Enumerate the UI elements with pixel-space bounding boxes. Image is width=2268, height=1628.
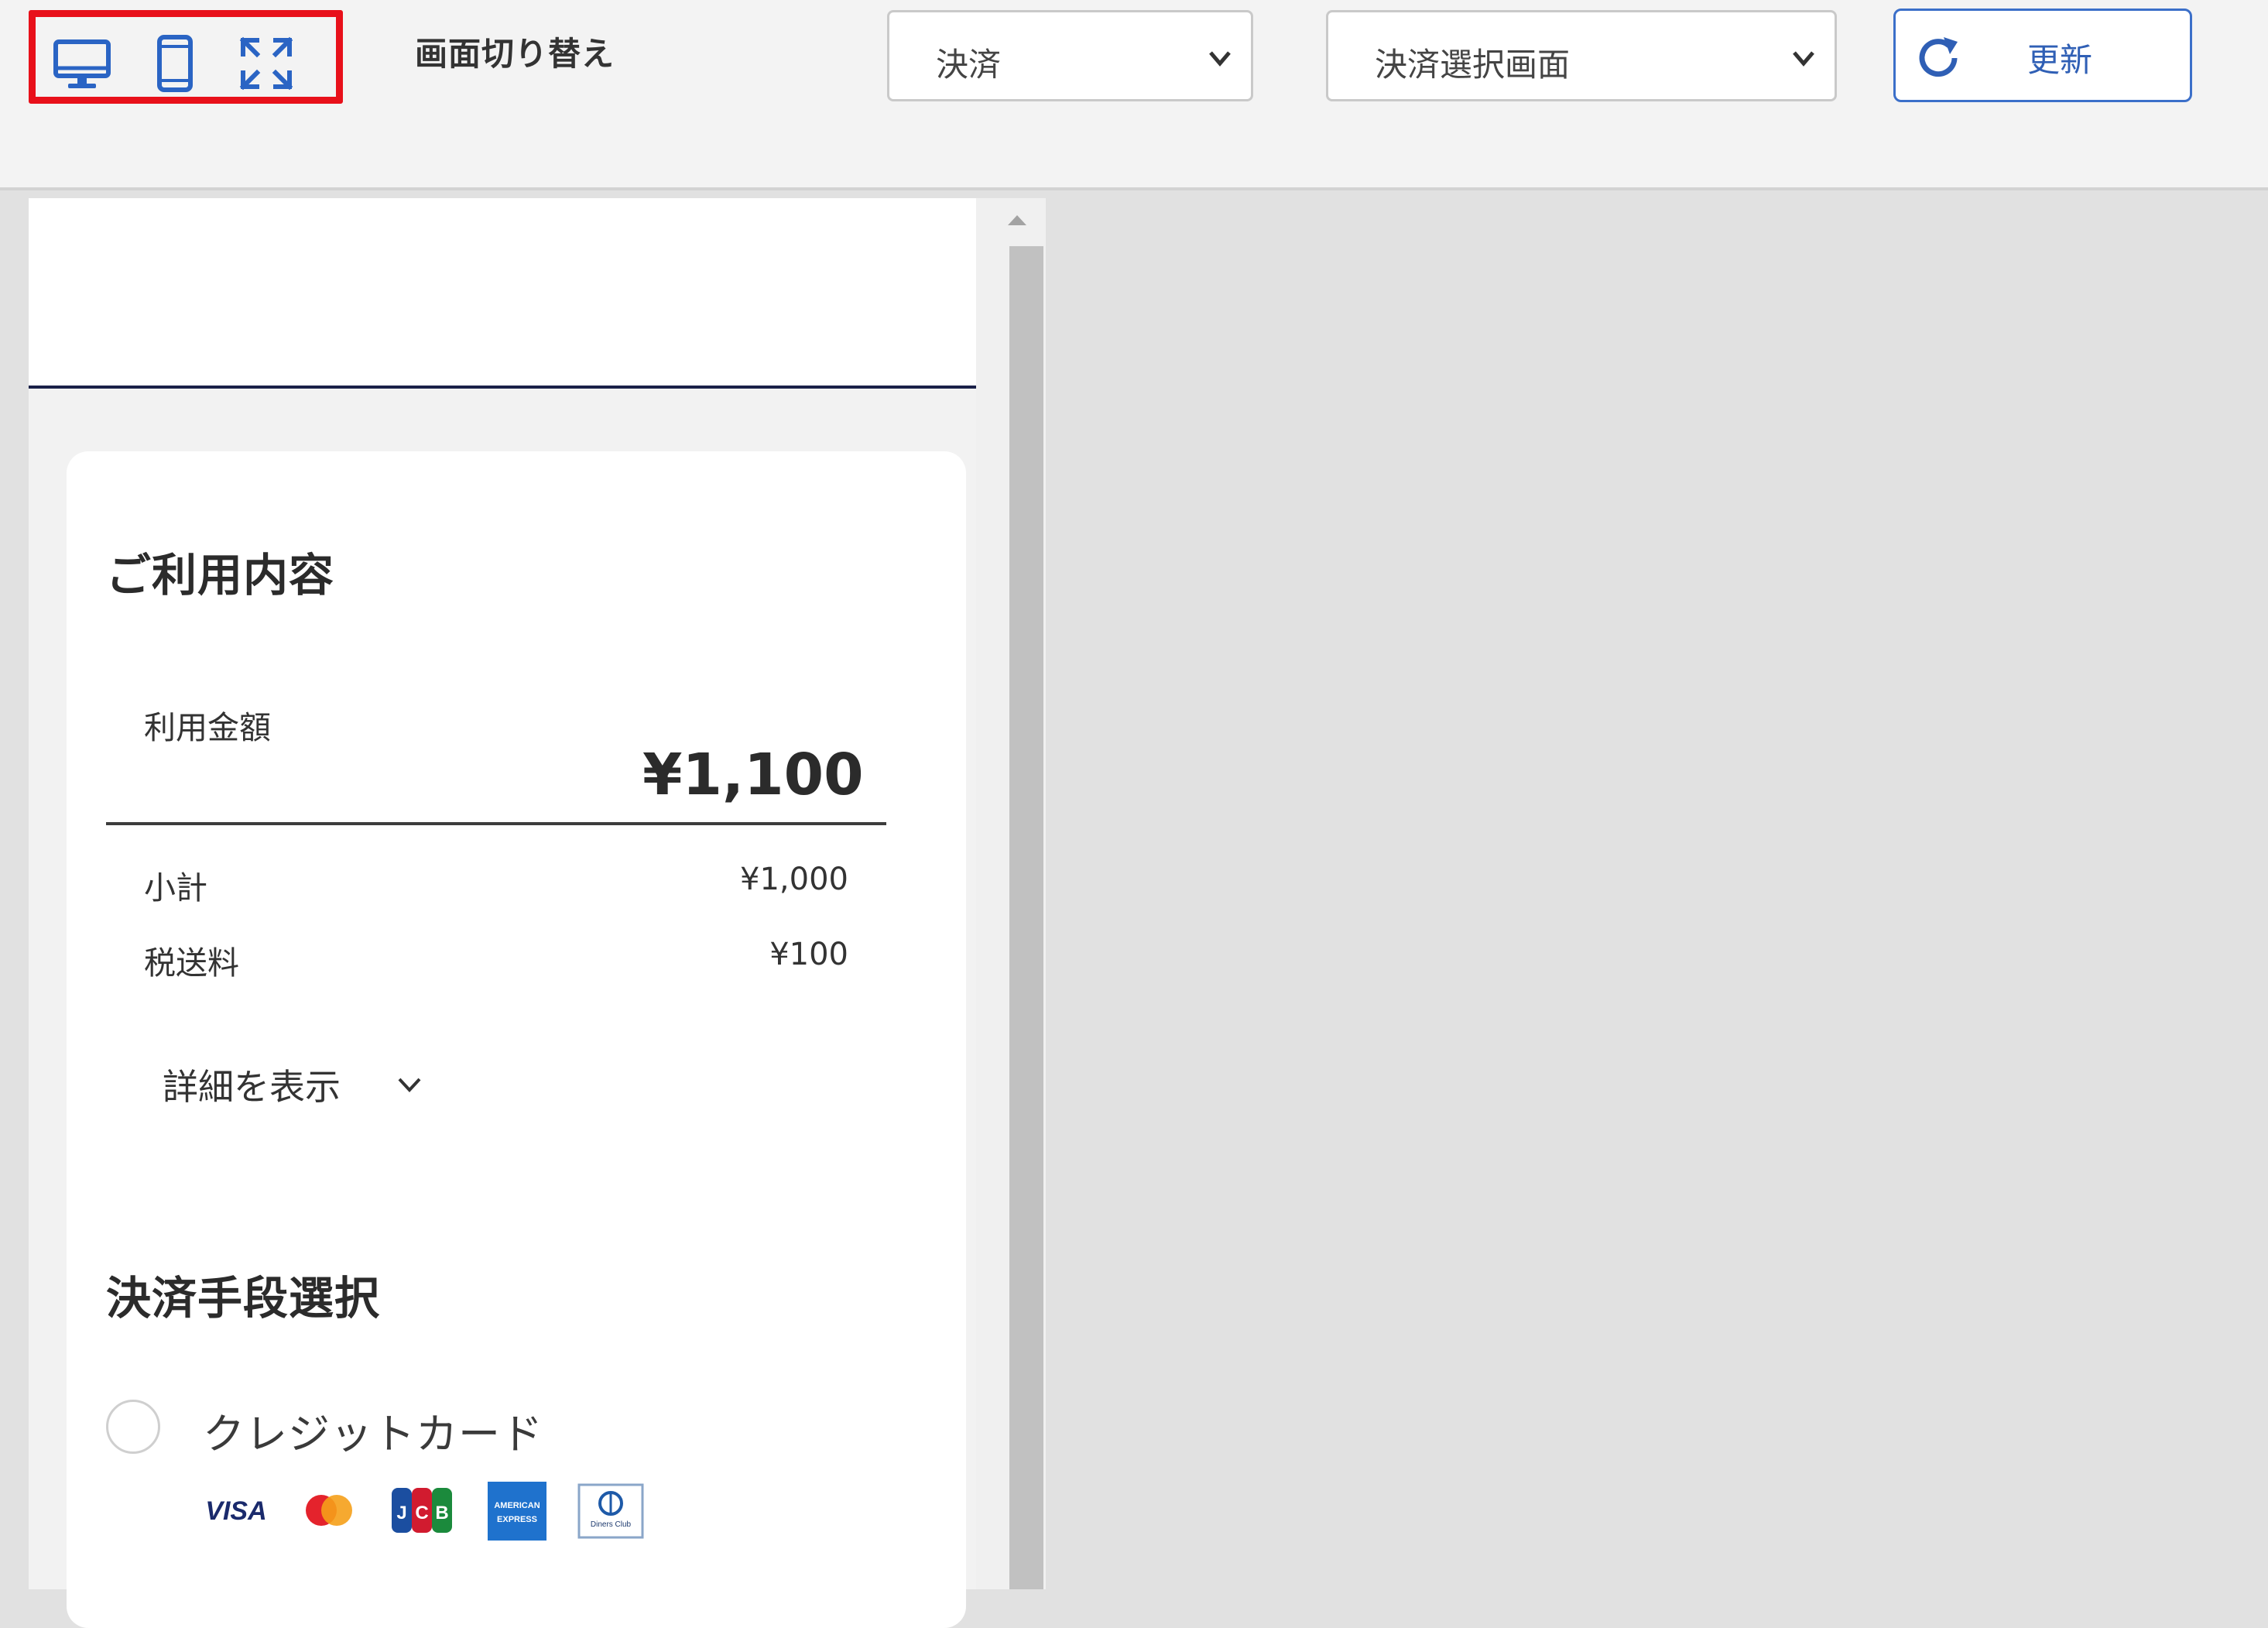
svg-text:AMERICAN: AMERICAN [494,1501,540,1510]
fullscreen-icon[interactable] [235,33,297,94]
show-details-link[interactable]: 詳細を表示 [163,1059,341,1110]
payment-title: 決済手段選択 [106,1272,381,1325]
refresh-icon [1919,37,1958,77]
credit-card-radio[interactable] [106,1400,160,1454]
amex-logo-icon: AMERICAN EXPRESS [486,1480,548,1542]
subtotal-value: ¥1,000 [740,862,848,897]
diners-club-logo-icon: Diners Club [577,1483,644,1539]
amount-label: 利用金額 [144,709,271,746]
mobile-icon[interactable] [144,33,206,94]
screen-select-value: 決済選択画面 [1375,46,1571,84]
scroll-thumb[interactable] [1009,246,1043,1589]
scroll-up-arrow-icon[interactable] [1008,215,1026,225]
jcb-logo-icon: J C B [389,1483,455,1537]
view-switch-label: 画面切り替え [415,35,615,73]
svg-text:VISA: VISA [205,1496,266,1526]
screen-select[interactable]: 決済選択画面 [1326,10,1837,101]
preview-header [29,198,1004,389]
category-select[interactable]: 決済 [887,10,1253,101]
tax-shipping-value: ¥100 [769,937,848,972]
refresh-button[interactable]: 更新 [1893,9,2192,102]
amount-value: ¥1,100 [642,742,864,808]
amount-divider [106,822,886,825]
chevron-down-icon [1209,51,1231,67]
svg-text:J: J [396,1503,406,1523]
svg-text:EXPRESS: EXPRESS [497,1515,537,1524]
summary-title: ご利用内容 [106,549,335,602]
category-select-value: 決済 [936,46,1002,84]
refresh-label: 更新 [2027,41,2093,79]
chevron-down-icon[interactable] [395,1071,424,1098]
tax-shipping-label: 税送料 [144,944,239,982]
subtotal-label: 小計 [144,869,207,907]
chevron-down-icon [1793,51,1814,67]
credit-card-label[interactable]: クレジットカード [203,1400,543,1461]
svg-text:Diners Club: Diners Club [591,1520,632,1529]
svg-text:B: B [435,1503,448,1523]
desktop-icon[interactable] [51,33,113,94]
toolbar: 画面切り替え 決済 決済選択画面 更新 [0,0,2268,190]
svg-text:C: C [415,1503,428,1523]
mastercard-logo-icon [300,1483,358,1537]
visa-logo-icon: VISA [203,1483,269,1537]
